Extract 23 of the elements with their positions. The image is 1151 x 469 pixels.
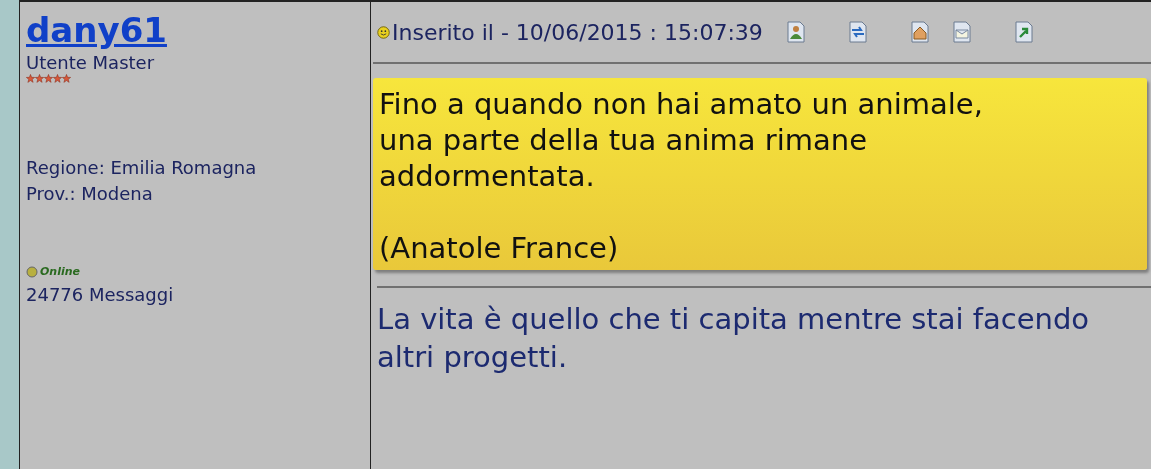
person-icon[interactable]: [786, 21, 805, 43]
star-icon: [44, 74, 53, 83]
quote-line: una parte della tua anima rimane: [379, 122, 869, 158]
arrows-icon[interactable]: [848, 21, 867, 43]
house-icon[interactable]: [910, 21, 929, 43]
quote-line: addormentata.: [379, 158, 596, 194]
post-date: Inserito il - 10/06/2015 : 15:07:39: [392, 19, 763, 45]
username-link[interactable]: dany61: [26, 10, 167, 50]
user-rank: Utente Master: [26, 52, 156, 74]
smiley-icon: [377, 25, 390, 39]
user-region: Regione: Emilia Romagna: [26, 156, 258, 180]
star-icon: [53, 74, 62, 83]
quote-author: (Anatole France): [379, 230, 620, 266]
star-icon: [26, 74, 35, 83]
quote-line: Fino a quando non hai amato un animale,: [379, 86, 984, 122]
envelope-icon[interactable]: [952, 21, 971, 43]
post-count: 24776 Messaggi: [26, 283, 175, 307]
user-province: Prov.: Modena: [26, 182, 154, 206]
online-status: Online: [40, 265, 80, 278]
star-icon: [35, 74, 44, 83]
signature-text: La vita è quello che ti capita mentre stai facendo altri progetti.: [376, 301, 1091, 376]
arrow-icon[interactable]: [1014, 21, 1033, 43]
star-icon: [62, 74, 71, 83]
